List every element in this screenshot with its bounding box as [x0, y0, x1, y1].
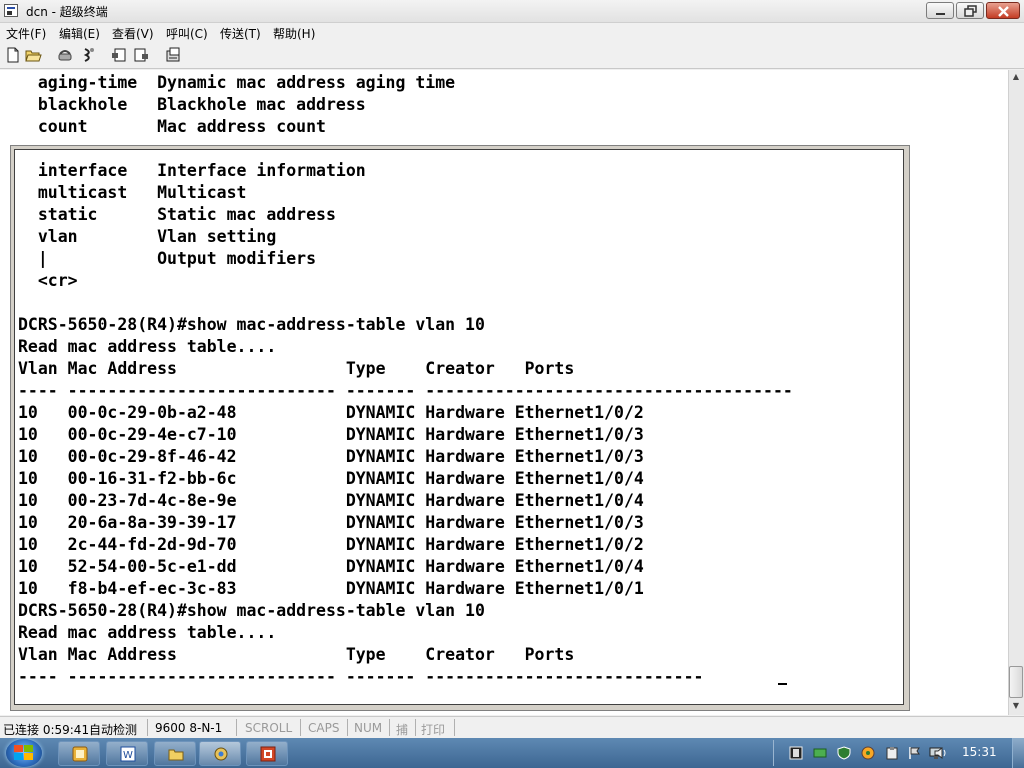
terminal-line: vlan Vlan setting	[18, 227, 277, 246]
status-separator	[454, 719, 455, 736]
taskbar-powerpoint-button[interactable]	[246, 741, 288, 766]
terminal-line: multicast Multicast	[18, 183, 247, 202]
port-settings: 9600 8-N-1	[155, 721, 223, 735]
flag-icon[interactable]	[907, 746, 921, 760]
status-separator	[147, 719, 148, 736]
terminal-line: ---- --------------------------- -------…	[18, 381, 793, 400]
status-separator	[389, 719, 390, 736]
menu-edit[interactable]: 编辑(E)	[59, 25, 100, 42]
menu-help[interactable]: 帮助(H)	[273, 25, 315, 42]
capture-indicator: 捕	[396, 723, 409, 737]
new-file-icon[interactable]	[4, 46, 22, 64]
terminal-line: interface Interface information	[18, 161, 366, 180]
num-lock-indicator: NUM	[354, 721, 383, 735]
clock[interactable]: 15:31	[962, 745, 997, 759]
clipboard-icon[interactable]	[885, 746, 899, 760]
terminal-line: | Output modifiers	[18, 249, 317, 268]
scroll-up-arrow-icon[interactable]: ▲	[1010, 72, 1022, 82]
menu-file[interactable]: 文件(F)	[6, 25, 46, 42]
terminal-line: DCRS-5650-28(R4)#show mac-address-table …	[18, 315, 485, 334]
receive-icon[interactable]	[132, 46, 150, 64]
svg-text:W: W	[123, 750, 133, 761]
status-separator	[300, 719, 301, 736]
terminal-line: 10 00-0c-29-8f-46-42 DYNAMIC Hardware Et…	[18, 447, 644, 466]
title-bar[interactable]	[0, 0, 1024, 23]
terminal-line: 10 52-54-00-5c-e1-dd DYNAMIC Hardware Et…	[18, 557, 644, 576]
disconnect-icon[interactable]	[80, 46, 98, 64]
scrollbar-thumb[interactable]	[1009, 666, 1023, 698]
connection-status: 已连接 0:59:41	[3, 723, 90, 737]
ie-icon	[72, 746, 88, 762]
caps-lock-indicator: CAPS	[308, 721, 340, 735]
word-icon: W	[120, 746, 136, 762]
print-indicator: 打印	[421, 723, 446, 737]
tray-separator	[773, 740, 774, 766]
taskbar-explorer-button[interactable]	[154, 741, 196, 766]
terminal-line: aging-time Dynamic mac address aging tim…	[18, 73, 456, 92]
terminal-line: blackhole Blackhole mac address	[18, 95, 366, 114]
terminal-line: Vlan Mac Address Type Creator Ports	[18, 645, 575, 664]
terminal-line: 10 00-23-7d-4c-8e-9e DYNAMIC Hardware Et…	[18, 491, 644, 510]
open-folder-icon[interactable]	[24, 46, 42, 64]
status-bar: 已连接 0:59:41 自动检测 9600 8-N-1 SCROLL CAPS …	[0, 716, 1024, 739]
terminal-line: Read mac address table....	[18, 337, 277, 356]
terminal-line: ---- --------------------------- -------…	[18, 667, 704, 686]
scroll-down-arrow-icon[interactable]: ▼	[1010, 701, 1022, 711]
status-separator	[347, 719, 348, 736]
scroll-lock-indicator: SCROLL	[245, 721, 293, 735]
window-title: dcn - 超级终端	[26, 5, 108, 19]
terminal-line: Vlan Mac Address Type Creator Ports	[18, 359, 575, 378]
terminal-line: Read mac address table....	[18, 623, 277, 642]
phone-icon[interactable]	[56, 46, 74, 64]
network-icon[interactable]	[813, 746, 827, 760]
terminal-line: <cr>	[18, 271, 78, 290]
film-icon[interactable]	[789, 746, 803, 760]
hyperterminal-icon	[213, 746, 228, 761]
terminal-line: 10 00-0c-29-0b-a2-48 DYNAMIC Hardware Et…	[18, 403, 644, 422]
status-separator	[236, 719, 237, 736]
vertical-scrollbar[interactable]	[1008, 70, 1024, 715]
security-icon[interactable]	[861, 746, 875, 760]
status-separator	[415, 719, 416, 736]
explorer-icon	[168, 746, 184, 761]
hyperterminal-app-icon[interactable]	[4, 4, 18, 17]
taskbar-ie-button[interactable]	[58, 741, 100, 766]
start-button[interactable]	[6, 739, 42, 767]
terminal-line: 10 f8-b4-ef-ec-3c-83 DYNAMIC Hardware Et…	[18, 579, 644, 598]
menu-view[interactable]: 查看(V)	[112, 25, 154, 42]
terminal-line: 10 20-6a-8a-39-39-17 DYNAMIC Hardware Et…	[18, 513, 644, 532]
terminal-line: count Mac address count	[18, 117, 326, 136]
menu-transfer[interactable]: 传送(T)	[220, 25, 261, 42]
powerpoint-icon	[260, 746, 276, 762]
properties-icon[interactable]	[164, 46, 182, 64]
taskbar-hyperterminal-button[interactable]	[199, 741, 241, 766]
minimize-button[interactable]	[926, 2, 954, 19]
terminal-line: 10 2c-44-fd-2d-9d-70 DYNAMIC Hardware Et…	[18, 535, 644, 554]
detect-status: 自动检测	[89, 723, 138, 737]
terminal-line: DCRS-5650-28(R4)#show mac-address-table …	[18, 601, 485, 620]
taskbar-word-button[interactable]: W	[106, 741, 148, 766]
restore-button[interactable]	[956, 2, 984, 19]
menu-call[interactable]: 呼叫(C)	[166, 25, 208, 42]
terminal-line: static Static mac address	[18, 205, 336, 224]
text-cursor	[778, 683, 787, 685]
toolbar	[0, 42, 1024, 69]
send-icon[interactable]	[110, 46, 128, 64]
terminal-line: 10 00-16-31-f2-bb-6c DYNAMIC Hardware Et…	[18, 469, 644, 488]
show-desktop-button[interactable]	[1012, 738, 1024, 768]
terminal-line: 10 00-0c-29-4e-c7-10 DYNAMIC Hardware Et…	[18, 425, 644, 444]
shield-icon[interactable]	[837, 746, 851, 760]
close-button[interactable]	[986, 2, 1020, 19]
speaker-icon[interactable]	[933, 746, 947, 760]
menu-bar: 文件(F) 编辑(E) 查看(V) 呼叫(C) 传送(T) 帮助(H)	[0, 22, 1024, 42]
